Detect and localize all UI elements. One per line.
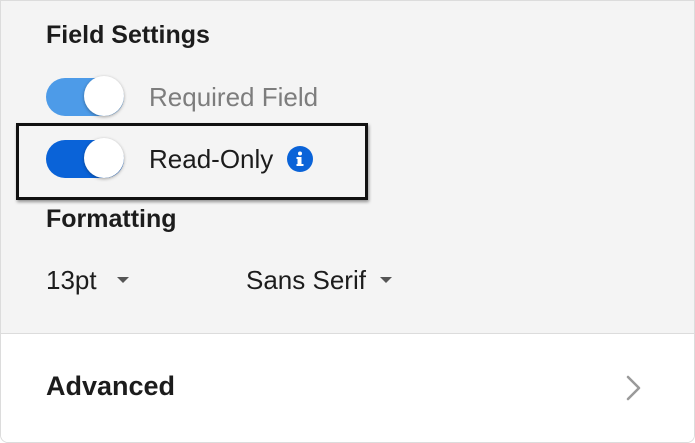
font-family-dropdown[interactable]: Sans Serif	[246, 263, 392, 297]
field-properties-panel: Field Settings Required Field Read-Only	[0, 0, 695, 443]
advanced-row[interactable]: Advanced	[1, 334, 694, 442]
settings-section: Field Settings Required Field Read-Only	[1, 1, 694, 334]
field-settings-heading: Field Settings	[46, 21, 210, 49]
caret-down-icon	[379, 277, 392, 283]
required-field-toggle[interactable]	[46, 76, 124, 116]
highlight-annotation-box	[16, 123, 368, 200]
required-field-label: Required Field	[149, 81, 319, 112]
font-size-value: 13pt	[46, 264, 97, 295]
toggle-knob	[84, 76, 124, 116]
font-size-dropdown[interactable]: 13pt	[46, 263, 129, 297]
advanced-label: Advanced	[46, 371, 176, 401]
chevron-right-icon	[626, 375, 641, 401]
formatting-heading: Formatting	[46, 205, 177, 233]
required-field-row: Required Field	[46, 76, 318, 118]
caret-down-icon	[116, 277, 129, 283]
font-family-value: Sans Serif	[246, 264, 366, 295]
